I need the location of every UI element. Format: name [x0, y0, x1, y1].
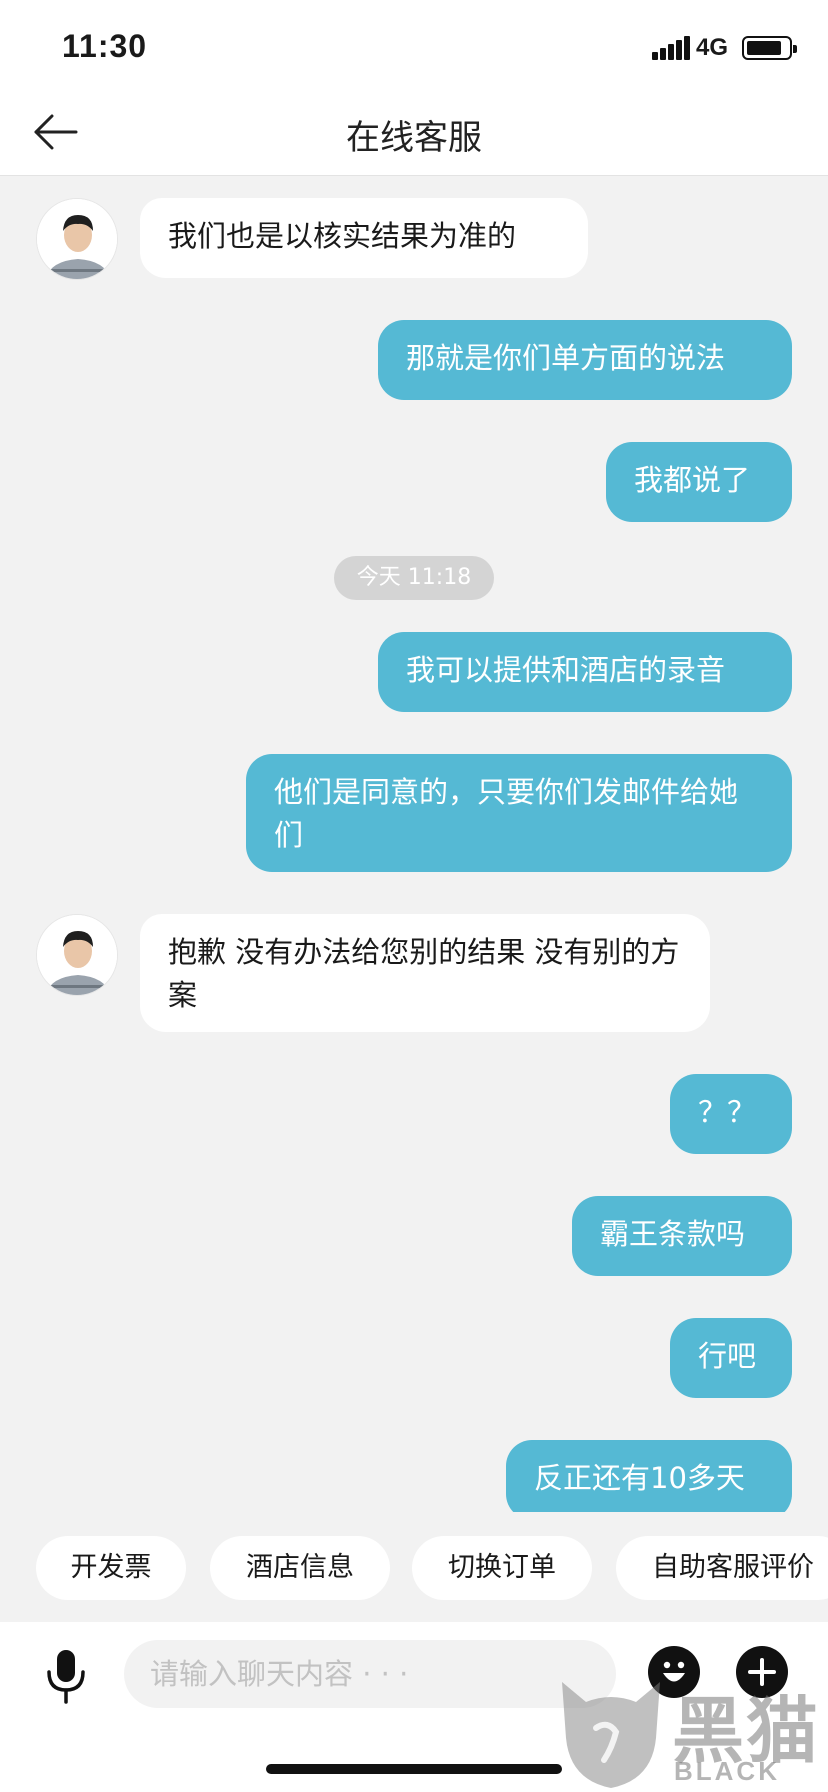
agent-avatar[interactable]: [36, 914, 118, 996]
message-bubble-outgoing: 我可以提供和酒店的录音: [378, 632, 792, 712]
plus-icon: [748, 1658, 776, 1686]
message-bubble-outgoing: 那就是你们单方面的说法: [378, 320, 792, 400]
add-button[interactable]: [736, 1646, 788, 1698]
person-avatar-icon: [37, 199, 117, 279]
quick-reply-switch-order[interactable]: 切换订单: [412, 1536, 592, 1600]
nav-bar: 在线客服: [0, 88, 828, 176]
microphone-icon: [47, 1650, 85, 1704]
message-bubble-outgoing: 我都说了: [606, 442, 792, 522]
battery-icon: [742, 36, 797, 60]
status-time: 11:30: [62, 28, 148, 64]
message-bubble-incoming: 抱歉 没有办法给您别的结果 没有别的方案: [140, 914, 710, 1032]
message-bubble-outgoing: 他们是同意的，只要你们发邮件给她们: [246, 754, 792, 872]
chat-screen: 11:30 4G 在线客服 我们也是以核实结果为准的 那就是你们单方面的说法 我…: [0, 0, 828, 1792]
quick-reply-self-service-rating[interactable]: 自助客服评价: [616, 1536, 828, 1600]
chat-input[interactable]: [124, 1640, 616, 1708]
timestamp-pill: 今天 11:18: [334, 556, 494, 600]
home-indicator: [266, 1764, 562, 1774]
status-bar: 11:30 4G: [0, 0, 828, 88]
quick-reply-hotel-info[interactable]: 酒店信息: [210, 1536, 390, 1600]
message-bubble-outgoing: 行吧: [670, 1318, 792, 1398]
voice-button[interactable]: [44, 1648, 88, 1704]
person-avatar-icon: [37, 915, 117, 995]
network-label: 4G: [696, 34, 729, 61]
quick-reply-bar: 开发票 酒店信息 切换订单 自助客服评价: [0, 1512, 828, 1622]
message-bubble-outgoing: 霸王条款吗: [572, 1196, 792, 1276]
emoji-button[interactable]: [648, 1646, 700, 1698]
message-bubble-outgoing: ？？: [670, 1074, 792, 1154]
page-title: 在线客服: [346, 118, 482, 158]
emoji-icon: [663, 1661, 685, 1682]
message-bubble-outgoing: 反正还有10多天: [506, 1440, 792, 1520]
quick-reply-invoice[interactable]: 开发票: [36, 1536, 186, 1600]
message-bubble-incoming: 我们也是以核实结果为准的: [140, 198, 588, 278]
signal-icon: [652, 36, 690, 60]
agent-avatar[interactable]: [36, 198, 118, 280]
